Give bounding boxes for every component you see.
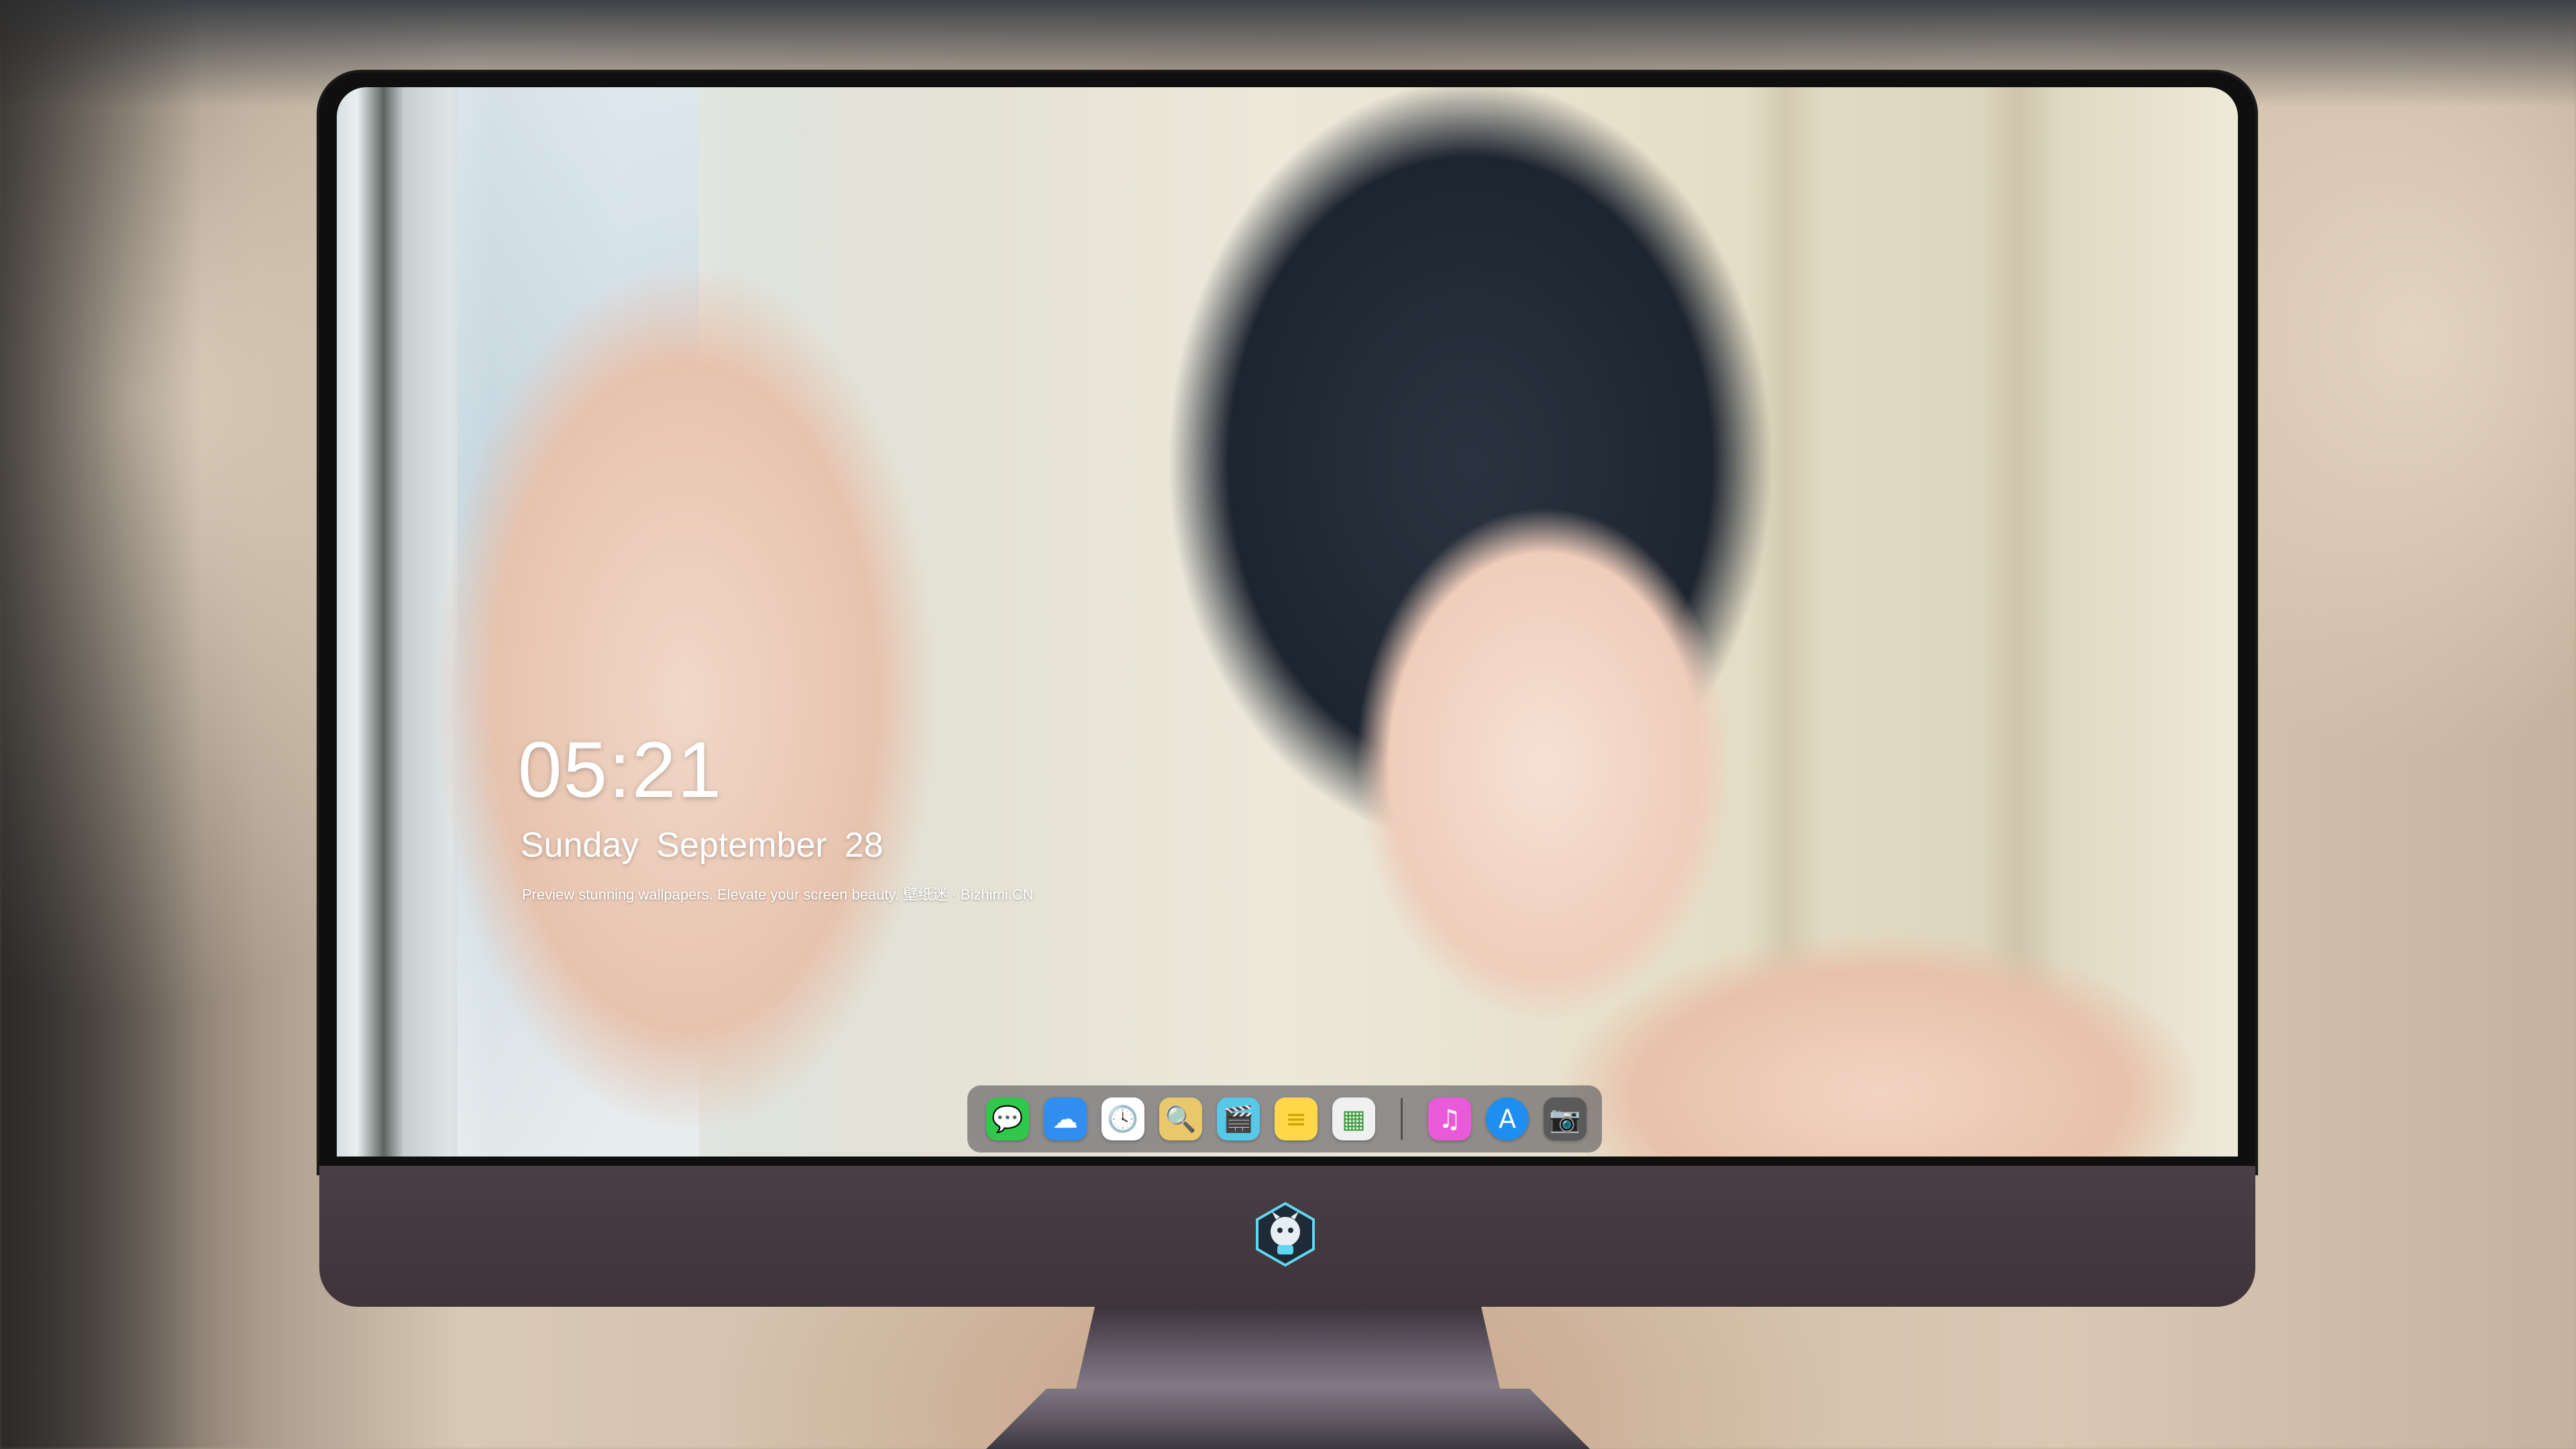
clock-icon[interactable]: 🕓 <box>1102 1097 1144 1140</box>
preview-icon[interactable]: 🔍 <box>1159 1097 1202 1140</box>
lockscreen-time: 05:21 <box>518 726 723 814</box>
wallpaper-caption: Preview stunning wallpapers. Elevate you… <box>522 886 1034 903</box>
date-day: 28 <box>844 826 883 865</box>
monitor-bezel: 05:21 Sunday September 28 Preview stunning… <box>319 72 2255 1173</box>
app-store-icon[interactable]: A <box>1486 1097 1529 1140</box>
monitor-stand-base <box>986 1389 1590 1449</box>
messages-icon[interactable]: 💬 <box>986 1097 1029 1140</box>
monitor-stand-neck <box>1073 1307 1503 1401</box>
lockscreen-date: Sunday September 28 <box>521 825 901 865</box>
music-icon[interactable]: ♫ <box>1428 1097 1471 1140</box>
notes-icon[interactable]: ≡ <box>1275 1097 1318 1140</box>
date-month: September <box>656 826 827 865</box>
mascot-logo-icon <box>1256 1201 1315 1267</box>
dock-separator <box>1401 1098 1403 1140</box>
video-editor-icon[interactable]: 🎬 <box>1217 1097 1260 1140</box>
wallpaper-screen: 05:21 Sunday September 28 Preview stunning… <box>337 87 2238 1157</box>
photo-booth-icon[interactable]: ▦ <box>1332 1097 1375 1140</box>
dock: 💬 ☁ 🕓 🔍 🎬 ≡ ▦ ♫ A 📷 <box>967 1085 1602 1152</box>
weather-icon[interactable]: ☁ <box>1044 1097 1087 1140</box>
camera-icon[interactable]: 📷 <box>1544 1097 1587 1140</box>
monitor-chin <box>319 1166 2255 1307</box>
date-weekday: Sunday <box>521 826 639 865</box>
background-shadow-left <box>0 0 201 1449</box>
